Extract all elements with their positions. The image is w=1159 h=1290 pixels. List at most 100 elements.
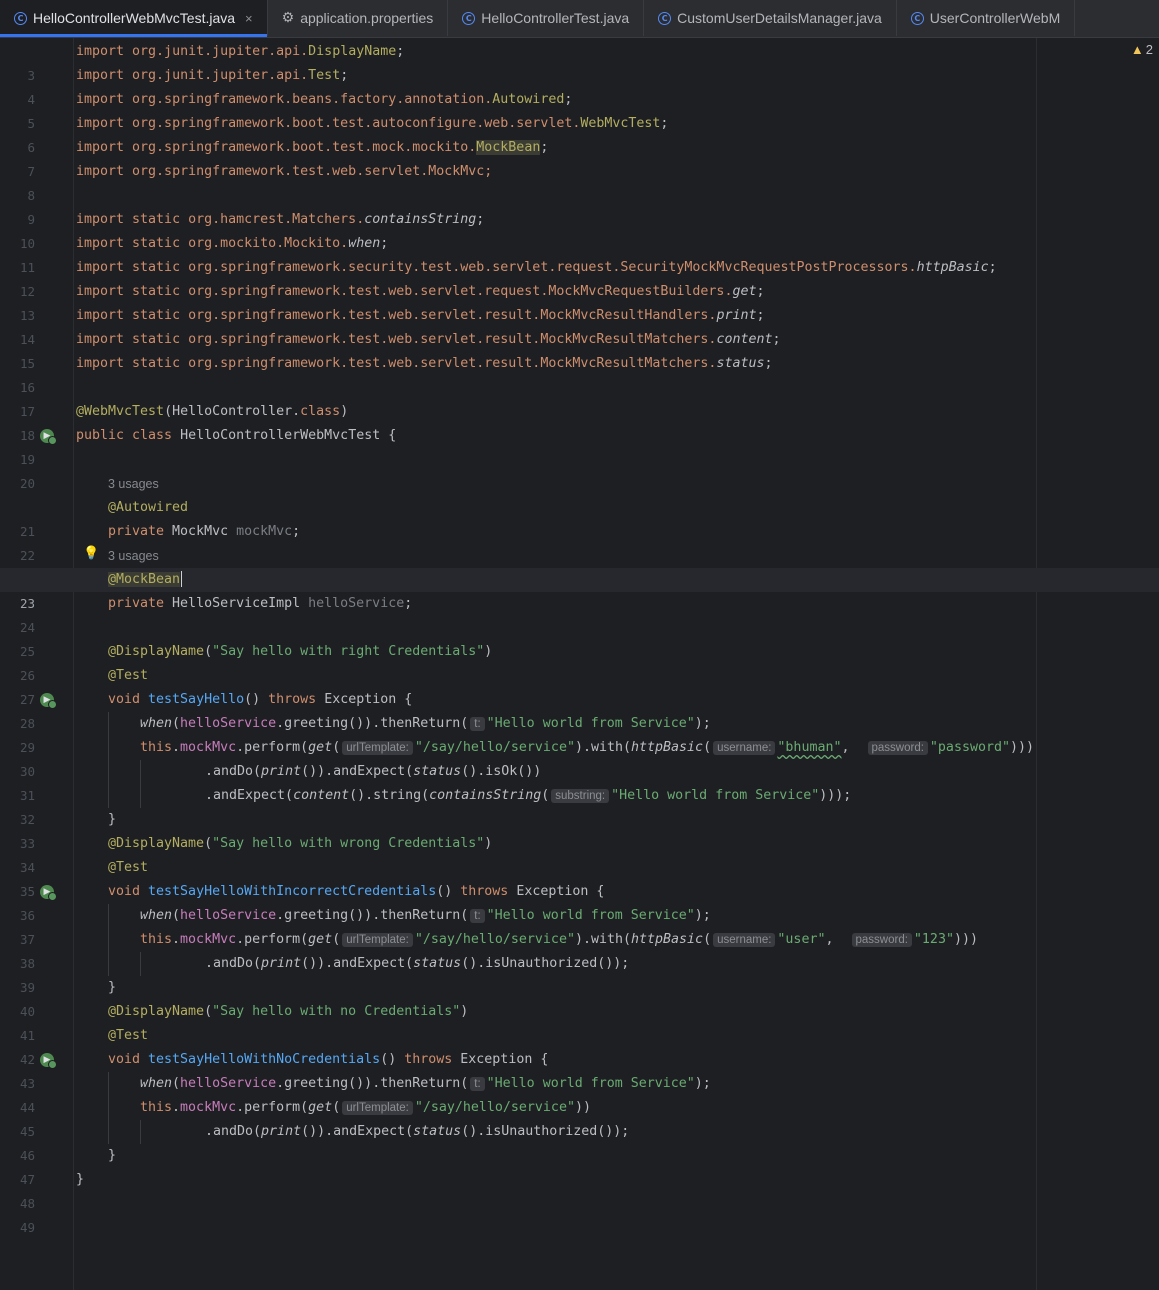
code-line: 5 import org.springframework.beans.facto… [0, 88, 1159, 131]
code-token: status [413, 1124, 462, 1139]
code-line: 32 .andExpect(content().string(containsS… [0, 784, 1159, 827]
code-line: 9 [0, 184, 1159, 227]
code-token: import org.junit.jupiter.api. [76, 44, 309, 59]
run-test-icon[interactable]: ▶ [40, 429, 57, 445]
code-token: ( [332, 1100, 341, 1115]
code-token: . [172, 740, 181, 755]
code-token: , [825, 932, 850, 947]
code-token: } [108, 980, 117, 995]
code-token: "Hello world from Service" [486, 908, 695, 923]
lightbulb-icon[interactable]: 💡 [83, 547, 99, 561]
indent-guide [108, 760, 109, 784]
code-token: status [413, 764, 462, 779]
code-token: mockMvc [180, 932, 237, 947]
param-hint: username: [713, 741, 776, 755]
code-token: ; [292, 524, 301, 539]
code-token: "/say/hello/service" [414, 1100, 575, 1115]
code-token: print [261, 764, 302, 779]
code-line: 49 [0, 1192, 1159, 1235]
code-token: import static org.springframework.test.w… [76, 284, 733, 299]
code-token: @DisplayName [108, 836, 205, 851]
code-line-current: 23 @MockBean [0, 568, 1159, 611]
code-token: ; [756, 284, 765, 299]
run-test-icon[interactable]: ▶ [40, 1053, 57, 1069]
code-token: , [841, 740, 866, 755]
code-token: .perform( [236, 1100, 309, 1115]
code-token: import org.springframework.test.web.serv… [76, 164, 493, 179]
code-token: DisplayName [308, 44, 397, 59]
code-token: when [140, 908, 173, 923]
code-token: "Say hello with right Credentials" [212, 644, 485, 659]
tab-application-properties[interactable]: ⚙ application.properties [268, 0, 449, 36]
code-token: .andDo( [205, 1124, 262, 1139]
code-token: httpBasic [916, 260, 989, 275]
code-line: 10 import static org.hamcrest.Matchers.c… [0, 208, 1159, 251]
code-token: ))) [953, 932, 978, 947]
code-token: import org.springframework.beans.factory… [76, 92, 493, 107]
code-token: ))); [819, 788, 852, 803]
indent-guide [140, 784, 141, 808]
code-token: helloService [180, 716, 277, 731]
usages-hint[interactable]: 3 usages [108, 472, 159, 496]
code-token: status [716, 356, 765, 371]
code-token: ( [172, 1076, 181, 1091]
code-token: void [108, 1052, 149, 1067]
tab-hellocontrollerwebmvctest[interactable]: C HelloControllerWebMvcTest.java × [0, 0, 268, 37]
code-token: ( [332, 932, 341, 947]
code-token: get [308, 932, 333, 947]
code-token: ) [460, 1004, 469, 1019]
code-line: 35 @Test [0, 856, 1159, 899]
code-token: ( [172, 908, 181, 923]
text-caret [181, 571, 183, 587]
code-line: 30 this.mockMvc.perform(get(urlTemplate:… [0, 736, 1159, 779]
code-token: import static org.springframework.test.w… [76, 356, 717, 371]
code-token: this [140, 932, 173, 947]
param-hint: password: [851, 933, 912, 947]
code-editor[interactable]: ▲ 2 3 import org.junit.jupiter.api.Displa… [0, 38, 1159, 1290]
close-icon[interactable]: × [245, 11, 253, 26]
code-token: Autowired [492, 92, 565, 107]
indent-guide [108, 952, 109, 976]
code-token: ( [204, 836, 213, 851]
code-line: 17 [0, 376, 1159, 419]
usages-hint[interactable]: 3 usages [108, 544, 159, 568]
tab-hellocontrollertest[interactable]: C HelloControllerTest.java [448, 0, 645, 36]
code-token: Exception { [324, 692, 413, 707]
tab-usercontrollerwebm[interactable]: C UserControllerWebM [897, 0, 1076, 36]
indent-guide [108, 1120, 109, 1144]
code-token: this [140, 1100, 173, 1115]
code-token: containsString [429, 788, 542, 803]
code-token: ; [660, 116, 669, 131]
code-token: ).with( [574, 740, 631, 755]
code-token: "/say/hello/service" [414, 740, 575, 755]
code-line: 21 @Autowired [0, 496, 1159, 539]
code-line: 22 private MockMvc mockMvc; [0, 520, 1159, 563]
code-token: @Test [108, 860, 149, 875]
code-line: 46 .andDo(print()).andExpect(status().is… [0, 1120, 1159, 1163]
code-line: 29 when(helloService.greeting()).thenRet… [0, 712, 1159, 755]
run-test-icon[interactable]: ▶ [40, 885, 57, 901]
code-line: 4 import org.junit.jupiter.api.Test; [0, 64, 1159, 107]
code-token: WebMvcTest [580, 116, 661, 131]
code-token: Exception { [516, 884, 605, 899]
code-token: )) [574, 1100, 591, 1115]
tab-customuserdetailsmanager[interactable]: C CustomUserDetailsManager.java [644, 0, 897, 36]
code-line: 36 ▶ void testSayHelloWithIncorrectCrede… [0, 880, 1159, 923]
code-line: 40 } [0, 976, 1159, 1019]
code-line: 34 @DisplayName("Say hello with wrong Cr… [0, 832, 1159, 875]
indent-guide [140, 952, 141, 976]
code-token: ; [756, 308, 765, 323]
code-token: testSayHelloWithNoCredentials [148, 1052, 381, 1067]
code-line: 19 ▶ public class HelloControllerWebMvcT… [0, 424, 1159, 467]
run-test-icon[interactable]: ▶ [40, 693, 57, 709]
code-token: ); [694, 908, 711, 923]
code-line: 13 import static org.springframework.tes… [0, 280, 1159, 323]
code-token: ( [204, 1004, 213, 1019]
code-token: @Autowired [108, 500, 189, 515]
code-token: ; [476, 212, 485, 227]
code-token: . [172, 932, 181, 947]
code-token: MockBean [476, 140, 541, 155]
code-token: @DisplayName [108, 644, 205, 659]
code-token: ()).andExpect( [301, 1124, 414, 1139]
code-token: "user" [777, 932, 826, 947]
